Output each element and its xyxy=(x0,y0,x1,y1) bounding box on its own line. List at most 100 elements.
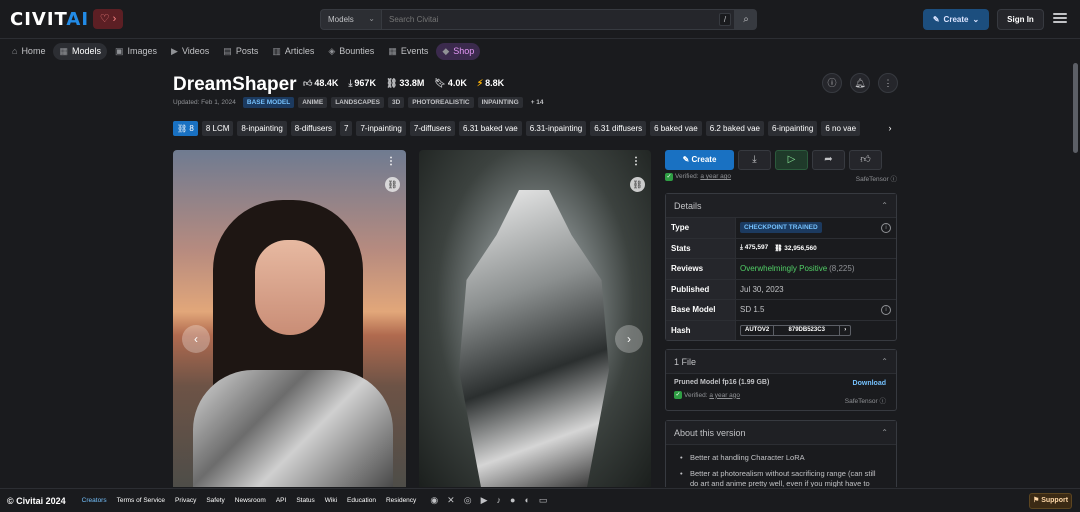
chat-icon[interactable]: ▭ xyxy=(539,495,548,506)
version-tab[interactable]: 7 xyxy=(339,121,353,136)
verified-icon: ✓ xyxy=(665,173,673,181)
info-icon[interactable]: ⓘ xyxy=(891,176,898,183)
support-icon: ⚑ xyxy=(1032,497,1042,504)
menu-icon[interactable] xyxy=(1053,11,1067,25)
info-icon[interactable]: i xyxy=(881,305,891,315)
about-version-panel: About this version⌃ Better at handling C… xyxy=(665,420,897,487)
shop-icon: ◆ xyxy=(442,45,450,56)
play-icon[interactable]: ▷ xyxy=(775,150,808,170)
version-tab[interactable]: 6.31 diffusers xyxy=(590,121,647,136)
search-scope-select[interactable]: Models ⌄ xyxy=(320,9,382,30)
discord-icon[interactable]: ◉ xyxy=(430,495,438,506)
tag[interactable]: 3D xyxy=(387,97,405,108)
nav-images[interactable]: ▣ Images xyxy=(109,43,163,60)
support-heart-button[interactable]: ♡ › xyxy=(93,9,123,29)
share-icon[interactable]: ➦ xyxy=(812,150,845,170)
nav-articles[interactable]: ▥ Articles xyxy=(266,43,320,60)
detail-row-hash: Hash AUTOV2 879DB523C3 › xyxy=(666,319,896,340)
reviews-link[interactable]: Overwhelmingly Positive xyxy=(740,264,827,273)
details-header[interactable]: Details ⌃ xyxy=(666,194,896,217)
version-tab[interactable]: 7-inpainting xyxy=(356,121,406,136)
social-links: ◉ ✕ ◎ ▶ ♪ ● ◐ ▭ xyxy=(430,495,547,506)
chevron-right-icon[interactable]: › xyxy=(615,325,643,353)
footer-link[interactable]: Residency xyxy=(386,497,416,504)
download-link[interactable]: Download xyxy=(853,380,886,387)
version-tab[interactable]: 6-inpainting xyxy=(767,121,818,136)
meta-row: Updated: Feb 1, 2024 BASE MODEL ANIME LA… xyxy=(173,97,548,108)
gallery-image-mech[interactable]: ⋮ ⛓ xyxy=(419,150,651,487)
nav-models[interactable]: ▦ Models xyxy=(53,42,107,60)
more-tags[interactable]: + 14 xyxy=(527,97,548,108)
version-tab[interactable]: 8-diffusers xyxy=(290,121,336,136)
nav-events[interactable]: ▦ Events xyxy=(382,43,434,60)
gallery-image-portrait[interactable]: ⋮ ⛓ xyxy=(173,150,406,487)
footer-link[interactable]: Safety xyxy=(206,497,224,504)
bookmarks-stat: 🔖︎ 4.0K xyxy=(434,78,467,88)
reddit-icon[interactable]: ● xyxy=(510,495,515,506)
youtube-icon[interactable]: ▶ xyxy=(481,495,488,506)
tag[interactable]: PHOTOREALISTIC xyxy=(408,97,474,108)
info-icon[interactable]: ⓘ xyxy=(880,398,887,405)
chevron-right-icon[interactable]: › xyxy=(883,121,897,136)
likes-stat: 👍︎ 48.4K xyxy=(303,78,339,88)
footer-link[interactable]: Wiki xyxy=(325,497,337,504)
instagram-icon[interactable]: ◎ xyxy=(464,495,472,506)
civitai-logo[interactable]: CIVITAI xyxy=(10,9,89,30)
version-tab[interactable]: 7-diffusers xyxy=(409,121,456,136)
x-icon[interactable]: ✕ xyxy=(447,495,455,506)
download-icon[interactable]: ⤓ xyxy=(738,150,771,170)
footer-link[interactable]: Terms of Service xyxy=(117,497,165,504)
tag[interactable]: ANIME xyxy=(298,97,328,108)
tiktok-icon[interactable]: ♪ xyxy=(497,495,502,506)
version-tab[interactable]: 6 baked vae xyxy=(650,121,702,136)
create-button[interactable]: ✎ Create ⌄ xyxy=(923,9,989,30)
generations-stat: ⛓ 33.8M xyxy=(385,78,425,88)
nav-posts[interactable]: ▤ Posts xyxy=(217,43,264,60)
tag[interactable]: LANDSCAPES xyxy=(331,97,384,108)
scrollbar-thumb[interactable] xyxy=(1073,63,1078,153)
search-shortcut-key: / xyxy=(719,13,731,26)
nav-bounties[interactable]: ◈ Bounties xyxy=(322,43,380,60)
search-input[interactable] xyxy=(382,9,735,30)
version-tab[interactable]: 8 LCM xyxy=(201,121,234,136)
footer-link[interactable]: API xyxy=(276,497,286,504)
github-icon[interactable]: ◐ xyxy=(524,495,529,506)
more-options-icon[interactable]: ⋮ xyxy=(878,73,898,93)
version-tab[interactable]: ⛓ 8 xyxy=(173,121,198,136)
nav-shop[interactable]: ◆ Shop xyxy=(436,42,481,60)
detail-row-published: Published Jul 30, 2023 xyxy=(666,278,896,299)
files-header[interactable]: 1 File ⌃ xyxy=(666,350,896,373)
sign-in-button[interactable]: Sign In xyxy=(997,9,1044,30)
version-tab[interactable]: 6.31 baked vae xyxy=(459,121,522,136)
version-tab[interactable]: 6.2 baked vae xyxy=(705,121,764,136)
nav-home[interactable]: ⌂ Home xyxy=(6,43,51,60)
chevron-left-icon[interactable]: ‹ xyxy=(182,325,210,353)
hash-box[interactable]: AUTOV2 879DB523C3 › xyxy=(740,324,852,336)
search-icon[interactable]: ⌕ xyxy=(735,9,757,30)
support-button[interactable]: ⚑ Support xyxy=(1029,493,1072,509)
nav-videos[interactable]: ▶ Videos xyxy=(165,43,215,60)
link-icon[interactable]: ⛓ xyxy=(385,177,400,192)
info-icon[interactable]: ⓘ xyxy=(822,73,842,93)
footer-link[interactable]: Newsroom xyxy=(235,497,266,504)
footer-link[interactable]: Privacy xyxy=(175,497,196,504)
footer-link[interactable]: Education xyxy=(347,497,376,504)
bounty-icon: ◈ xyxy=(328,45,336,56)
file-item: Pruned Model fp16 (1.99 GB) Download ✓ Ve… xyxy=(666,373,896,411)
version-tab[interactable]: 6.31-inpainting xyxy=(525,121,587,136)
link-icon[interactable]: ⛓ xyxy=(630,177,645,192)
copyright: © Civitai 2024 xyxy=(7,495,66,506)
tag[interactable]: INPAINTING xyxy=(477,97,523,108)
bell-plus-icon[interactable]: 🔔︎ xyxy=(850,73,870,93)
footer-link[interactable]: Status xyxy=(296,497,314,504)
page-actions: ⓘ 🔔︎ ⋮ xyxy=(822,73,898,93)
version-tab[interactable]: 8-inpainting xyxy=(237,121,287,136)
thumbs-up-icon[interactable]: 👍︎ xyxy=(849,150,882,170)
footer-link[interactable]: Creators xyxy=(82,497,107,504)
version-tab[interactable]: 6 no vae xyxy=(821,121,861,136)
more-options-icon[interactable]: ⋮ xyxy=(631,156,641,167)
about-header[interactable]: About this version ⌃ xyxy=(666,421,896,444)
create-button[interactable]: ✎ Create xyxy=(665,150,734,170)
more-options-icon[interactable]: ⋮ xyxy=(386,156,396,167)
info-icon[interactable]: i xyxy=(881,223,891,233)
